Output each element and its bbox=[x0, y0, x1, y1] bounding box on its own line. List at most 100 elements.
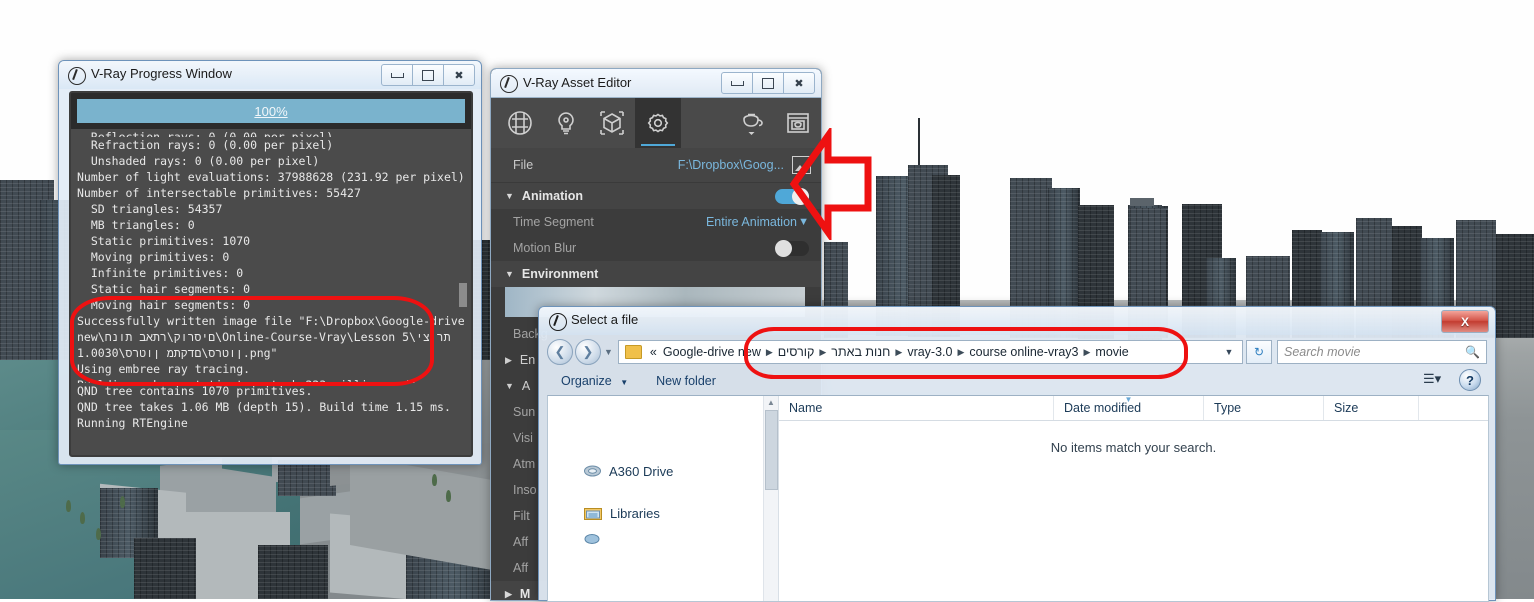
console-scrollbar-thumb[interactable] bbox=[459, 283, 467, 307]
render-teapot-icon bbox=[743, 113, 763, 135]
maximize-button[interactable] bbox=[752, 72, 784, 94]
breadcrumb-item-5[interactable]: movie bbox=[1092, 345, 1131, 359]
nav-pane-scrollbar[interactable]: ▲ bbox=[763, 396, 778, 601]
chevron-right-icon: ▶ bbox=[505, 588, 512, 599]
new-folder-label: New folder bbox=[656, 374, 716, 388]
column-header-type[interactable]: Type bbox=[1204, 396, 1324, 420]
navigation-pane[interactable]: A360 Drive Libraries ▲ bbox=[548, 396, 779, 601]
close-button[interactable]: ✖ bbox=[443, 64, 475, 86]
advanced-camera-label: A bbox=[521, 379, 531, 393]
forward-button[interactable]: ❯ bbox=[575, 339, 601, 365]
progress-percent-label: 100% bbox=[254, 103, 288, 119]
organize-button[interactable]: Organize ▼ bbox=[547, 374, 642, 388]
file-path-value[interactable]: F:\Dropbox\Goog... bbox=[678, 158, 784, 172]
progress-console-log[interactable]: Reflection rays: 0 (0.00 per pixel) Refr… bbox=[71, 129, 471, 455]
history-caret-icon[interactable]: ▼ bbox=[604, 347, 613, 357]
tree bbox=[80, 512, 85, 524]
minimize-button[interactable] bbox=[381, 64, 413, 86]
settings-tab[interactable] bbox=[635, 98, 681, 148]
select-a-file-dialog[interactable]: Select a file X ❮ ❯ ▼ « Google-drive new… bbox=[538, 306, 1496, 602]
refresh-button[interactable]: ↻ bbox=[1246, 340, 1272, 364]
chevron-down-icon: ▼ bbox=[505, 191, 514, 201]
search-box[interactable]: Search movie 🔍 bbox=[1277, 340, 1487, 364]
help-button[interactable]: ? bbox=[1459, 369, 1481, 391]
motion-blur-row[interactable]: Motion Blur bbox=[491, 235, 821, 261]
empty-list-message: No items match your search. bbox=[1050, 440, 1217, 455]
settings-gear-icon bbox=[647, 113, 669, 133]
output-file-row[interactable]: File F:\Dropbox\Goog... bbox=[491, 148, 821, 183]
console-line: new\םיסרוק\רתאב תונח\Online-Course-Vray\… bbox=[77, 330, 451, 344]
file-dialog-title: Select a file bbox=[571, 312, 639, 327]
computer-icon bbox=[584, 534, 600, 544]
sort-descending-icon: ▼ bbox=[1124, 395, 1133, 404]
animation-section-label: Animation bbox=[521, 189, 584, 203]
asset-editor-titlebar[interactable]: V-Ray Asset Editor ✖ bbox=[491, 69, 821, 98]
vray-logo-icon bbox=[68, 67, 86, 85]
nav-item-libraries[interactable]: Libraries bbox=[548, 500, 778, 526]
organize-label: Organize bbox=[561, 374, 612, 388]
scroll-up-icon[interactable]: ▲ bbox=[767, 398, 775, 407]
new-folder-button[interactable]: New folder bbox=[642, 374, 730, 388]
file-dialog-titlebar[interactable]: Select a file X bbox=[539, 307, 1495, 335]
console-line: SD triangles: 54357 bbox=[77, 202, 223, 216]
time-segment-row[interactable]: Time Segment Entire Animation ▼ bbox=[491, 209, 821, 235]
breadcrumb-item-4[interactable]: course online-vray3 bbox=[966, 345, 1081, 359]
breadcrumb-item-2[interactable]: חנות באתר bbox=[828, 345, 893, 359]
nav-item-a360-drive[interactable]: A360 Drive bbox=[548, 458, 778, 484]
search-icon: 🔍 bbox=[1465, 345, 1480, 359]
file-dialog-command-bar: Organize ▼ New folder bbox=[547, 369, 1487, 393]
breadcrumb-overflow[interactable]: « bbox=[647, 345, 660, 359]
minimize-button[interactable] bbox=[721, 72, 753, 94]
back-arrow-icon: ❮ bbox=[554, 344, 566, 359]
view-mode-button[interactable]: ☰▾ bbox=[1423, 371, 1441, 387]
close-icon: ✖ bbox=[454, 69, 464, 82]
materials-icon bbox=[508, 111, 532, 135]
scrollbar-thumb[interactable] bbox=[765, 410, 778, 490]
animation-section-header[interactable]: ▼ Animation bbox=[491, 183, 821, 209]
breadcrumb-item-0[interactable]: Google-drive new bbox=[660, 345, 764, 359]
console-line: Moving hair segments: 0 bbox=[77, 298, 251, 312]
column-header-date-modified[interactable]: ▼ Date modified bbox=[1054, 396, 1204, 420]
close-button[interactable]: X bbox=[1441, 310, 1489, 333]
column-label: Size bbox=[1334, 401, 1359, 415]
render-button[interactable] bbox=[729, 98, 775, 148]
column-header-name[interactable]: Name bbox=[779, 396, 1054, 420]
materials-tab[interactable] bbox=[497, 98, 543, 148]
breadcrumb-item-1[interactable]: קורסים bbox=[775, 345, 818, 359]
nav-gap bbox=[548, 484, 778, 500]
sub-prop-label: Atm bbox=[513, 457, 536, 471]
geometry-tab[interactable] bbox=[589, 98, 635, 148]
console-line: Static primitives: 1070 bbox=[77, 234, 251, 248]
breadcrumb-item-3[interactable]: vray-3.0 bbox=[904, 345, 955, 359]
progress-console-frame: 100% Reflection rays: 0 (0.00 per pixel)… bbox=[69, 91, 473, 457]
sub-prop-label: Aff bbox=[513, 535, 529, 549]
lights-icon bbox=[558, 112, 574, 135]
env-overrides-label: En bbox=[519, 353, 536, 367]
sub-prop-label: Filt bbox=[513, 509, 530, 523]
progress-window-titlebar[interactable]: V-Ray Progress Window ✖ bbox=[59, 61, 481, 89]
progress-window-buttons: ✖ bbox=[381, 64, 475, 86]
file-list-pane[interactable]: Name ▼ Date modified Type Size No items … bbox=[779, 396, 1488, 601]
chevron-down-icon[interactable]: ▼ bbox=[1220, 342, 1238, 362]
libraries-folder-icon bbox=[584, 507, 602, 520]
maximize-button[interactable] bbox=[412, 64, 444, 86]
forward-arrow-icon: ❯ bbox=[582, 344, 594, 359]
breadcrumb-separator-icon: ▶ bbox=[895, 346, 903, 357]
sub-prop-label: Sun bbox=[513, 405, 536, 419]
chevron-down-icon: ▼ bbox=[505, 381, 514, 391]
close-button[interactable]: ✖ bbox=[783, 72, 815, 94]
column-header-size[interactable]: Size bbox=[1324, 396, 1419, 420]
vray-logo-icon bbox=[500, 75, 518, 93]
search-input[interactable]: Search movie bbox=[1284, 345, 1465, 359]
console-line: Reflection rays: 0 (0.00 per pixel) bbox=[77, 130, 334, 137]
motion-blur-toggle[interactable] bbox=[775, 239, 809, 257]
breadcrumb-address-bar[interactable]: « Google-drive new ▶ קורסים ▶ חנות באתר … bbox=[617, 340, 1243, 364]
nav-item-partial[interactable] bbox=[548, 526, 778, 552]
vray-progress-window[interactable]: V-Ray Progress Window ✖ 100% Reflection … bbox=[58, 60, 482, 465]
back-button[interactable]: ❮ bbox=[547, 339, 573, 365]
nav-item-label: A360 Drive bbox=[609, 463, 674, 479]
breadcrumb-separator-icon: ▶ bbox=[819, 346, 827, 357]
building-tower bbox=[134, 538, 196, 599]
environment-section-header[interactable]: ▼ Environment bbox=[491, 261, 821, 287]
lights-tab[interactable] bbox=[543, 98, 589, 148]
